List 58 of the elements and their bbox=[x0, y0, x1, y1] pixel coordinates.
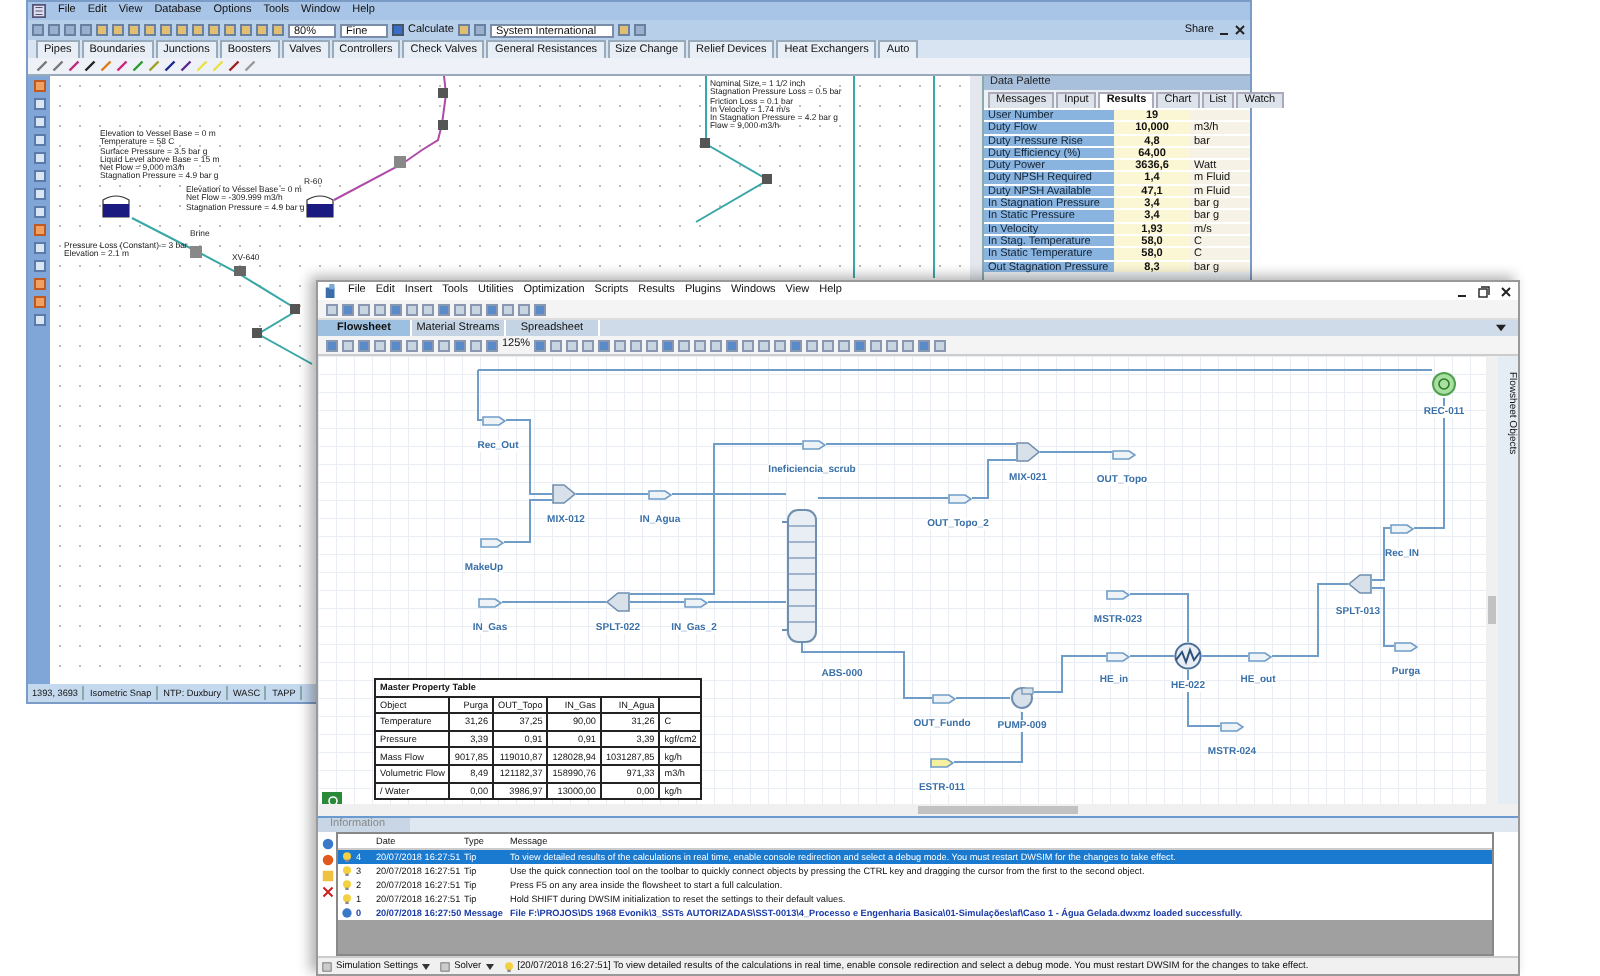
mixer-icon[interactable] bbox=[552, 484, 576, 504]
stream-arrow-icon[interactable] bbox=[478, 597, 502, 607]
calculate-checkbox[interactable] bbox=[392, 24, 404, 36]
splitter-icon[interactable] bbox=[1348, 574, 1372, 594]
app-icon bbox=[32, 4, 46, 18]
caret-icon[interactable] bbox=[422, 963, 431, 969]
warning-icon[interactable] bbox=[321, 870, 333, 882]
stream-line bbox=[1129, 655, 1175, 657]
stream-arrow-icon[interactable] bbox=[1112, 449, 1136, 459]
scrollbar-thumb[interactable] bbox=[1488, 596, 1496, 624]
stream-arrow-icon[interactable] bbox=[480, 537, 504, 547]
close-icon[interactable] bbox=[1234, 24, 1246, 36]
info-icon bbox=[342, 908, 352, 918]
unit-cell bbox=[1190, 147, 1250, 159]
stream-line bbox=[1039, 451, 1113, 453]
stream-arrow-icon[interactable] bbox=[930, 757, 954, 767]
stream-arrow-icon[interactable] bbox=[1248, 651, 1272, 661]
pump-icon[interactable] bbox=[1010, 686, 1034, 710]
caret-icon[interactable] bbox=[485, 963, 494, 969]
lightbulb-icon bbox=[342, 852, 352, 862]
stream-line bbox=[817, 497, 949, 499]
mixer-icon[interactable] bbox=[1016, 442, 1040, 462]
stream-arrow-icon[interactable] bbox=[482, 415, 506, 425]
splitter-icon[interactable] bbox=[606, 592, 630, 612]
stream-arrow-icon[interactable] bbox=[648, 489, 672, 499]
stream-line bbox=[629, 601, 685, 603]
stream-line bbox=[955, 697, 1011, 699]
stream-arrow-icon[interactable] bbox=[932, 693, 956, 703]
stream-arrow-icon[interactable] bbox=[1106, 651, 1130, 661]
restore-icon[interactable] bbox=[1478, 285, 1490, 297]
stream-line bbox=[707, 601, 787, 603]
stream-arrow-icon[interactable] bbox=[1390, 523, 1414, 533]
clear-icon[interactable] bbox=[321, 886, 333, 898]
stream-arrow-icon[interactable] bbox=[948, 493, 972, 503]
tank-icon bbox=[306, 194, 334, 218]
lightbulb-icon bbox=[503, 961, 514, 971]
close-icon[interactable] bbox=[1500, 285, 1512, 297]
tank-icon bbox=[102, 194, 130, 218]
lightbulb-icon bbox=[342, 866, 352, 876]
recycle-icon[interactable] bbox=[1432, 372, 1456, 396]
stream-arrow-icon[interactable] bbox=[1220, 721, 1244, 731]
lightbulb-icon bbox=[342, 880, 352, 890]
stream-line bbox=[501, 601, 607, 603]
unit-cell bbox=[1190, 110, 1250, 121]
stream-arrow-icon[interactable] bbox=[684, 597, 708, 607]
lightbulb-icon bbox=[342, 894, 352, 904]
stream-arrow-icon[interactable] bbox=[802, 439, 826, 449]
stream-line bbox=[801, 641, 933, 699]
caret-icon[interactable] bbox=[1496, 324, 1506, 332]
scrollbar-thumb[interactable] bbox=[918, 806, 1078, 814]
heat-exchanger-icon[interactable] bbox=[1174, 642, 1202, 670]
stream-arrow-icon[interactable] bbox=[1106, 589, 1130, 599]
stream-arrow-icon[interactable] bbox=[1394, 641, 1418, 651]
absorber-column-drawing[interactable] bbox=[782, 508, 822, 644]
app-icon bbox=[324, 284, 338, 298]
info-icon[interactable] bbox=[321, 838, 333, 850]
error-icon[interactable] bbox=[321, 854, 333, 866]
stream-line bbox=[1201, 655, 1249, 657]
